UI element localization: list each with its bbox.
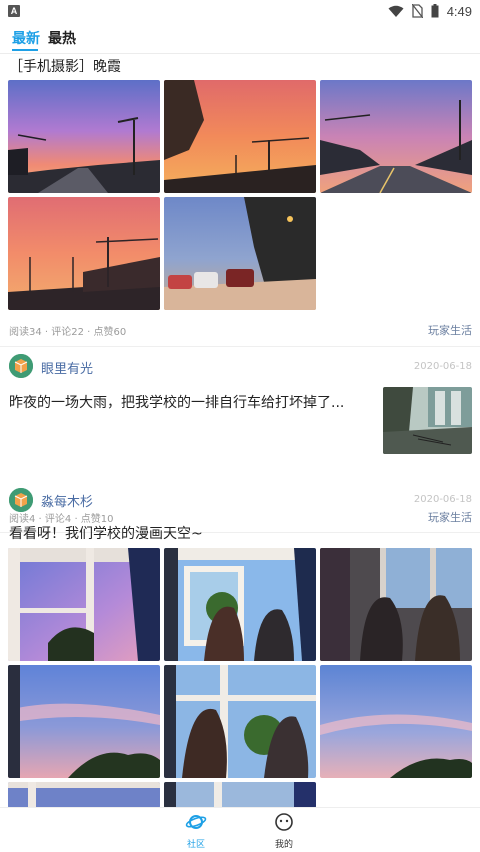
post-image[interactable] — [164, 782, 316, 807]
post-image[interactable] — [320, 665, 472, 778]
post-image-grid — [8, 80, 472, 313]
post-card[interactable]: 眼里有光 2020-06-18 昨夜的一场大雨，把我学校的一排自行车给打坏掉了.… — [0, 348, 480, 533]
post-image[interactable] — [164, 197, 316, 310]
nav-community[interactable]: 社区 — [176, 812, 216, 850]
status-bar: A 4:49 — [0, 0, 480, 22]
post-category-tag[interactable]: 玩家生活 — [428, 322, 472, 338]
user-avatar[interactable] — [9, 354, 33, 378]
battery-icon — [431, 4, 439, 18]
post-stats: 阅读34 · 评论22 · 点赞60 — [9, 327, 127, 338]
post-image[interactable] — [320, 548, 472, 661]
nav-label: 我的 — [274, 840, 293, 850]
nav-mine[interactable]: 我的 — [264, 812, 304, 850]
status-icons: 4:49 — [388, 2, 472, 20]
bottom-navigation: 社区 我的 — [0, 807, 480, 852]
post-image[interactable] — [8, 665, 160, 778]
post-image[interactable] — [8, 197, 160, 310]
nav-label: 社区 — [186, 840, 205, 850]
username[interactable]: 淼每木杉 — [41, 491, 93, 510]
post-image[interactable] — [8, 80, 160, 193]
app-notification-icon: A — [8, 5, 20, 17]
clock: 4:49 — [446, 3, 472, 19]
wifi-icon — [388, 5, 404, 17]
post-feed[interactable]: ［手机摄影］晚霞 阅读34 · 评论22 · 点赞60 玩家生活 眼里有光 20… — [0, 55, 480, 807]
smiley-face-icon — [275, 813, 293, 831]
post-image-grid — [8, 548, 472, 807]
top-tab-bar: 最新 最热 — [0, 22, 480, 54]
post-text: 昨夜的一场大雨，把我学校的一排自行车给打坏掉了... — [9, 395, 345, 411]
no-sim-icon — [411, 4, 423, 18]
post-card[interactable]: 淼每木杉 2020-06-18 看看呀！我们学校的漫画天空~ — [0, 481, 480, 807]
post-image[interactable] — [320, 80, 472, 193]
post-text: 看看呀！我们学校的漫画天空~ — [9, 526, 203, 542]
post-card[interactable]: ［手机摄影］晚霞 阅读34 · 评论22 · 点赞60 玩家生活 — [0, 55, 480, 348]
post-date: 2020-06-18 — [413, 494, 472, 505]
post-image[interactable] — [8, 548, 160, 661]
active-tab-indicator — [12, 49, 38, 51]
post-title: ［手机摄影］晚霞 — [9, 59, 121, 75]
post-image[interactable] — [164, 665, 316, 778]
post-image[interactable] — [164, 80, 316, 193]
user-avatar[interactable] — [9, 488, 33, 512]
username[interactable]: 眼里有光 — [41, 358, 93, 377]
post-thumbnail[interactable] — [383, 387, 472, 454]
tab-latest[interactable]: 最新 — [12, 28, 40, 48]
tab-hot[interactable]: 最热 — [48, 28, 76, 48]
post-image[interactable] — [8, 782, 160, 807]
post-image[interactable] — [164, 548, 316, 661]
planet-icon — [185, 815, 207, 829]
post-divider — [0, 346, 480, 347]
post-date: 2020-06-18 — [413, 361, 472, 372]
